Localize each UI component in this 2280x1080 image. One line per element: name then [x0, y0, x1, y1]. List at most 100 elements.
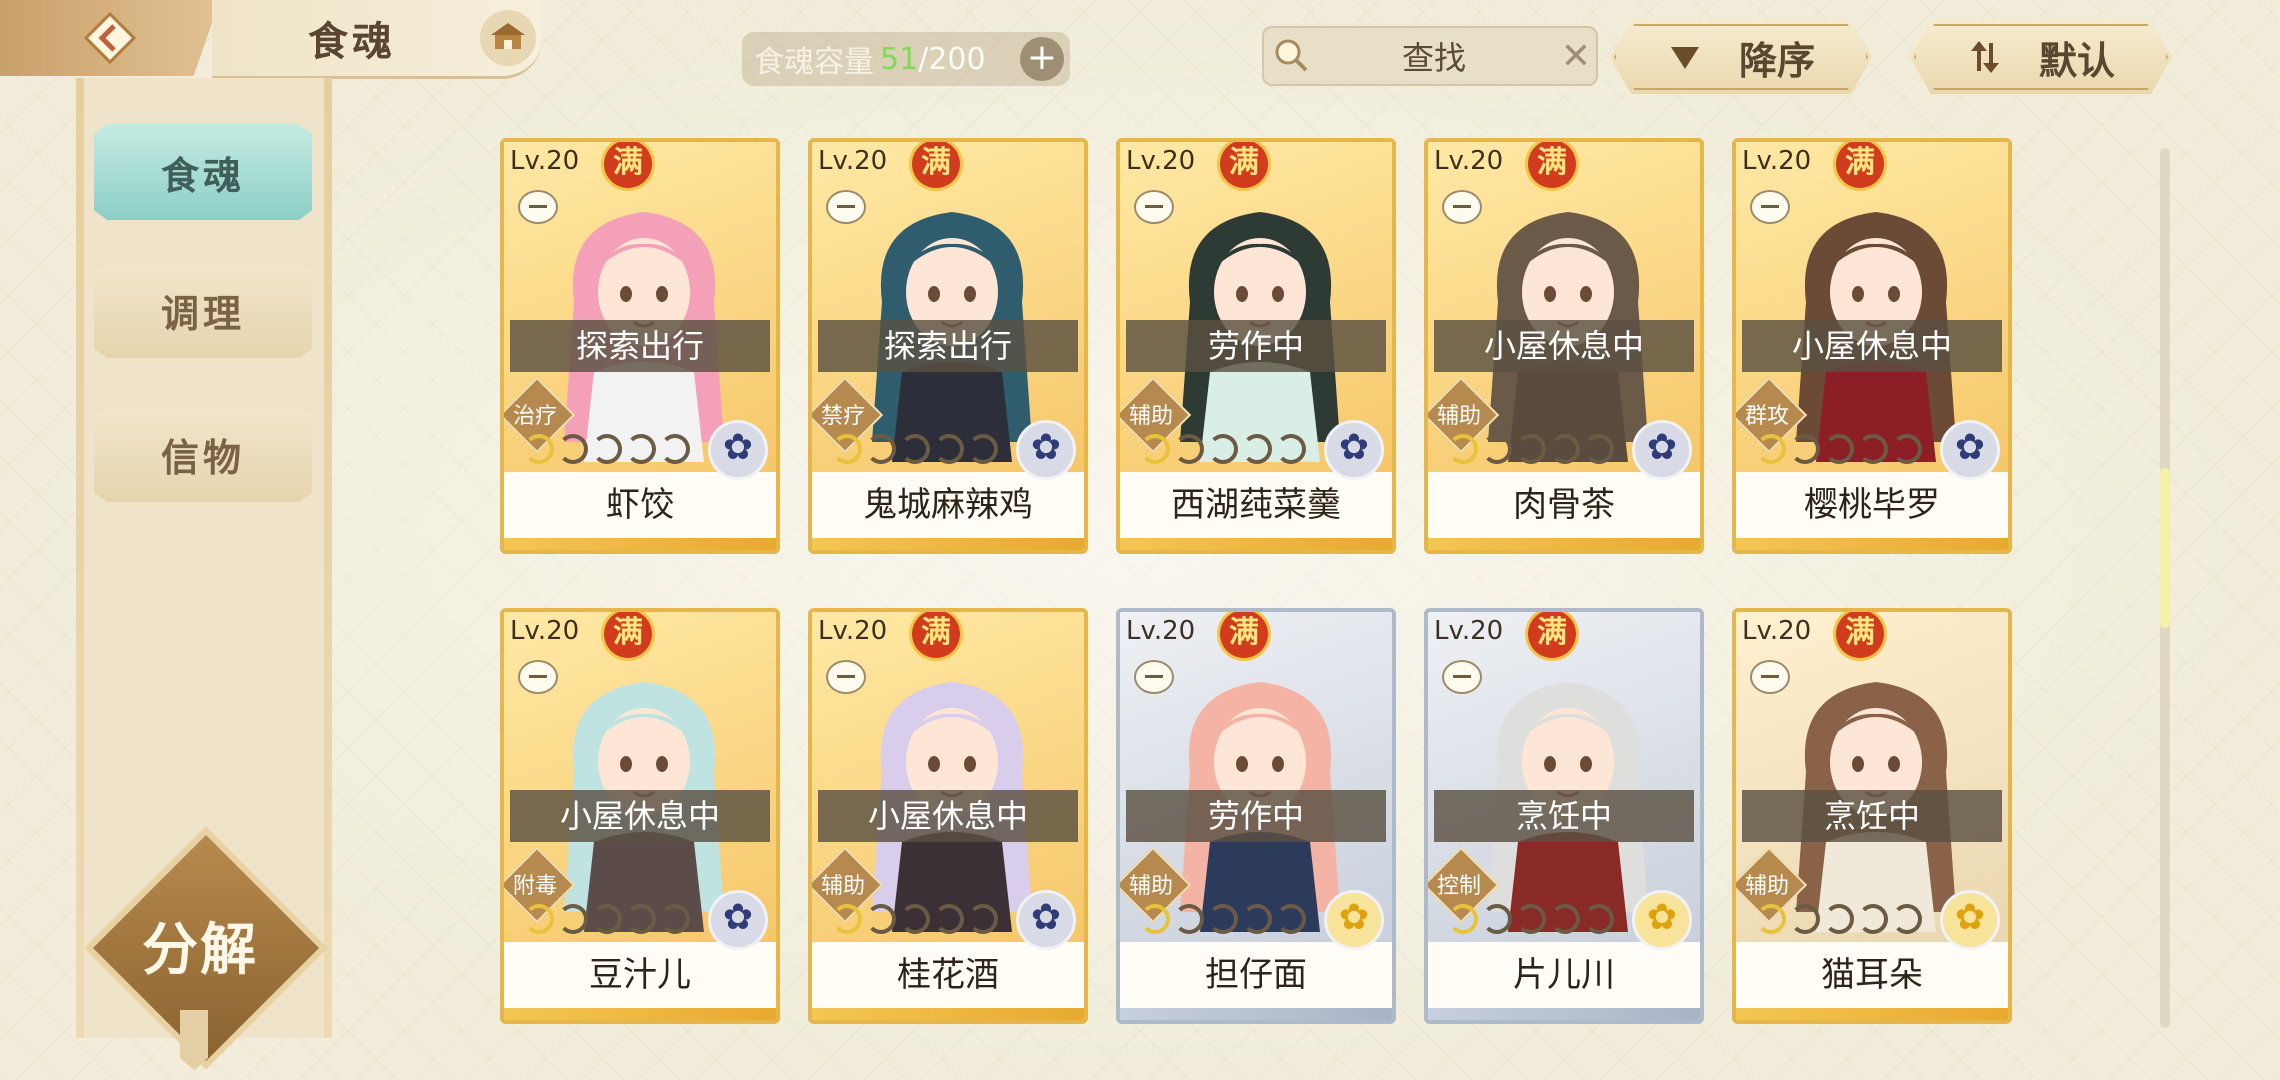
max-level-badge: 满	[1220, 612, 1268, 658]
sort-order-label: 降序	[1738, 38, 1815, 83]
star-icon	[832, 904, 862, 934]
search-box[interactable]: 查找 ✕	[1262, 26, 1598, 86]
capacity-label: 食魂容量	[754, 45, 874, 80]
star-icon	[1242, 434, 1272, 464]
star-icon	[524, 434, 554, 464]
star-rating	[524, 904, 690, 934]
status-banner: 小屋休息中	[510, 790, 770, 842]
capacity-panel: 食魂容量 51 /200 +	[742, 32, 1070, 86]
food-soul-card[interactable]: Lv.20 满 烹饪中 辅助 猫耳朵	[1732, 608, 2012, 1024]
level-label: Lv.20	[818, 146, 888, 176]
tab-tokens[interactable]: 信物	[94, 406, 312, 502]
star-icon	[968, 904, 998, 934]
food-soul-name: 樱桃毕罗	[1804, 485, 1940, 525]
scrollbar-thumb[interactable]	[2160, 468, 2170, 628]
lock-icon[interactable]	[1750, 660, 1790, 694]
back-button[interactable]	[0, 0, 220, 76]
star-icon	[1858, 904, 1888, 934]
star-icon	[900, 434, 930, 464]
card-bottom-bar	[1120, 538, 1392, 550]
decompose-label[interactable]: 分解	[116, 905, 284, 986]
food-soul-card[interactable]: Lv.20 满 劳作中 辅助 西湖莼菜羹	[1116, 138, 1396, 554]
role-label: 辅助	[1128, 404, 1173, 429]
food-soul-name: 虾饺	[606, 485, 674, 525]
level-label: Lv.20	[1126, 616, 1196, 646]
star-icon	[660, 434, 690, 464]
max-level-badge: 满	[604, 612, 652, 658]
element-flower-icon	[1016, 890, 1076, 950]
lock-icon[interactable]	[826, 190, 866, 224]
food-soul-card[interactable]: Lv.20 满 小屋休息中 辅助 桂花酒	[808, 608, 1088, 1024]
star-icon	[1892, 904, 1922, 934]
star-rating	[1140, 434, 1306, 464]
star-icon	[1140, 904, 1170, 934]
element-flower-icon	[1940, 420, 2000, 480]
house-icon[interactable]	[480, 10, 536, 66]
star-rating	[832, 434, 998, 464]
role-label: 辅助	[820, 874, 865, 899]
tab-conditioning[interactable]: 调理	[94, 262, 312, 358]
tab-food-souls[interactable]: 食魂	[94, 124, 312, 220]
lock-icon[interactable]	[1442, 660, 1482, 694]
star-icon	[968, 434, 998, 464]
star-icon	[866, 434, 896, 464]
level-label: Lv.20	[510, 616, 580, 646]
card-bottom-bar	[1120, 1008, 1392, 1020]
food-soul-card[interactable]: Lv.20 满 探索出行 治疗 虾饺	[500, 138, 780, 554]
food-soul-card[interactable]: Lv.20 满 烹饪中 控制 片儿川	[1424, 608, 1704, 1024]
clear-search-icon[interactable]: ✕	[1556, 36, 1596, 77]
food-soul-card[interactable]: Lv.20 满 小屋休息中 群攻 樱桃毕罗	[1732, 138, 2012, 554]
food-soul-name: 豆汁儿	[589, 955, 691, 995]
card-bottom-bar	[1736, 538, 2008, 550]
element-flower-icon	[1632, 890, 1692, 950]
star-icon	[592, 904, 622, 934]
star-icon	[524, 904, 554, 934]
star-icon	[1790, 904, 1820, 934]
star-icon	[1584, 904, 1614, 934]
lock-icon[interactable]	[1134, 190, 1174, 224]
star-icon	[558, 434, 588, 464]
role-label: 治疗	[512, 404, 557, 429]
level-label: Lv.20	[1126, 146, 1196, 176]
lock-icon[interactable]	[1750, 190, 1790, 224]
scrollbar[interactable]	[2160, 148, 2170, 1028]
star-icon	[832, 434, 862, 464]
search-input[interactable]: 查找	[1312, 33, 1556, 79]
tab-label: 调理	[160, 291, 245, 336]
star-icon	[1516, 904, 1546, 934]
food-soul-name: 桂花酒	[897, 955, 999, 995]
food-soul-card[interactable]: Lv.20 满 小屋休息中 附毒 豆汁儿	[500, 608, 780, 1024]
lock-icon[interactable]	[1442, 190, 1482, 224]
star-rating	[1756, 434, 1922, 464]
card-bottom-bar	[1736, 1008, 2008, 1020]
star-rating	[832, 904, 998, 934]
star-icon	[1756, 904, 1786, 934]
lock-icon[interactable]	[1134, 660, 1174, 694]
star-icon	[1756, 434, 1786, 464]
food-soul-card[interactable]: Lv.20 满 小屋休息中 辅助 肉骨茶	[1424, 138, 1704, 554]
star-icon	[1276, 434, 1306, 464]
lock-icon[interactable]	[518, 190, 558, 224]
food-soul-name: 担仔面	[1205, 955, 1307, 995]
star-icon	[934, 904, 964, 934]
search-icon	[1275, 39, 1308, 72]
element-flower-icon	[708, 890, 768, 950]
star-icon	[1824, 904, 1854, 934]
food-soul-card[interactable]: Lv.20 满 探索出行 禁疗 鬼城麻辣鸡	[808, 138, 1088, 554]
level-label: Lv.20	[1742, 146, 1812, 176]
lock-icon[interactable]	[826, 660, 866, 694]
max-level-badge: 满	[1836, 142, 1884, 188]
max-level-badge: 满	[1528, 612, 1576, 658]
sort-default-button[interactable]: 默认	[1910, 20, 2172, 94]
page-title: 食魂	[308, 19, 396, 65]
star-icon	[900, 904, 930, 934]
sort-order-button[interactable]: 降序	[1610, 20, 1872, 94]
add-capacity-button[interactable]: +	[1020, 37, 1064, 81]
sort-default-label: 默认	[2038, 38, 2115, 83]
role-label: 群攻	[1744, 404, 1789, 429]
max-level-badge: 满	[1836, 612, 1884, 658]
star-icon	[1482, 434, 1512, 464]
sort-arrows-icon	[1970, 41, 1999, 73]
food-soul-card[interactable]: Lv.20 满 劳作中 辅助 担仔面	[1116, 608, 1396, 1024]
lock-icon[interactable]	[518, 660, 558, 694]
